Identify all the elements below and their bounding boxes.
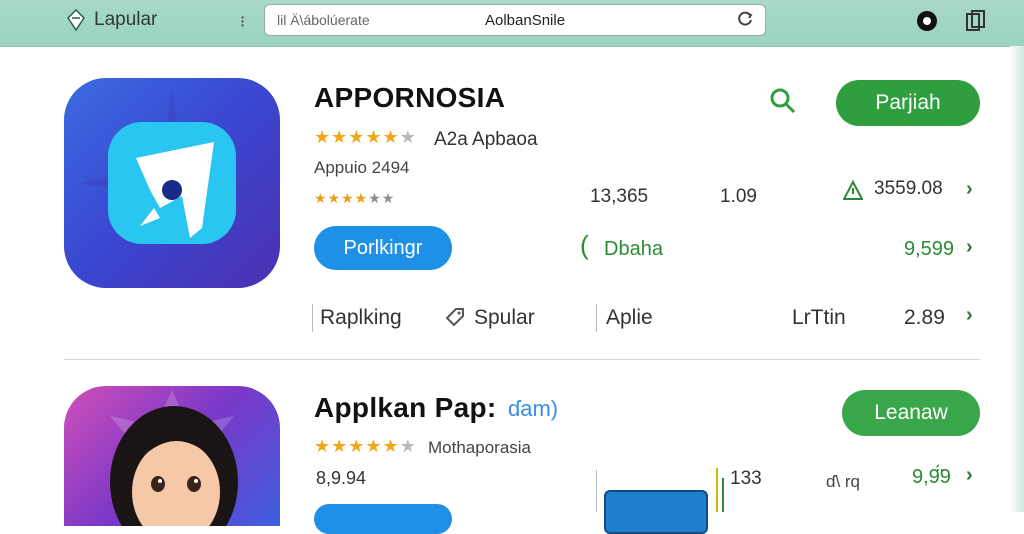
app1-price: 9,599 bbox=[904, 238, 955, 260]
share-icon[interactable] bbox=[962, 8, 988, 34]
app1-row-d: LrTtin bbox=[792, 306, 846, 329]
app1-stat-a: 13,365 bbox=[590, 186, 649, 207]
app2-rating-text: Mothaporasia bbox=[428, 438, 532, 457]
account-icon[interactable] bbox=[914, 8, 940, 34]
section-divider bbox=[64, 359, 980, 360]
scroll-edge bbox=[1010, 46, 1024, 512]
chart-bar bbox=[722, 478, 724, 512]
avatar-icon bbox=[110, 390, 238, 526]
app1-rating-text: A2a Apbaoa bbox=[434, 129, 538, 150]
app2-price: 9,9̈́9 bbox=[912, 466, 951, 488]
app1-subtitle: Appuio 2494 bbox=[314, 158, 410, 177]
app2-title[interactable]: Applkan Pap: bbox=[314, 392, 497, 424]
address-text: AolbanSnile bbox=[485, 12, 566, 29]
chevron-right-icon[interactable]: › bbox=[966, 304, 973, 327]
app1-row-b[interactable]: Spular bbox=[474, 306, 535, 330]
app1-title[interactable]: APPORNOSIA bbox=[314, 82, 505, 114]
paren-icon: ( bbox=[580, 230, 589, 260]
app1-stat-b: 1.09 bbox=[720, 186, 757, 207]
app1-row-e: 2.89 bbox=[904, 306, 945, 329]
app1-label-d: Dbaha bbox=[604, 238, 663, 260]
search-icon[interactable] bbox=[768, 86, 798, 116]
app1-stat-c: 3559.08 bbox=[874, 178, 943, 199]
app1-stars-small: ★★★★★★ bbox=[314, 190, 396, 206]
app1-ranking-button[interactable]: Porlkingr bbox=[314, 226, 452, 270]
chevron-right-icon[interactable]: › bbox=[966, 178, 973, 201]
app2-title-tag: ɗam) bbox=[508, 396, 559, 421]
app1-row-a[interactable]: Raplking bbox=[320, 306, 402, 330]
tab-title: Lapular bbox=[94, 9, 158, 30]
app2-icon[interactable] bbox=[64, 386, 280, 526]
app-store-logo-icon bbox=[67, 8, 85, 32]
browser-toolbar: Lapular ⁝ lil Ä\ábolúerate AolbanSnile bbox=[0, 0, 1024, 47]
app1-install-button[interactable]: Parjiah bbox=[836, 80, 980, 126]
reload-icon[interactable] bbox=[735, 9, 755, 29]
app2-stat-a: 8,9.94 bbox=[316, 468, 367, 488]
app1-icon[interactable] bbox=[64, 78, 280, 288]
preview-thumbnail[interactable] bbox=[604, 490, 708, 534]
divider bbox=[596, 470, 597, 512]
address-bar[interactable]: lil Ä\ábolúerate AolbanSnile bbox=[264, 4, 766, 36]
divider bbox=[312, 304, 313, 332]
app1-rating-stars: ★★★★★★ bbox=[314, 127, 417, 147]
more-icon[interactable]: ⁝ bbox=[240, 12, 245, 32]
app1-row-c[interactable]: Aplie bbox=[606, 306, 653, 330]
app2-stat-c: ɗ\ rq bbox=[826, 472, 861, 491]
brand[interactable]: Lapular bbox=[64, 8, 157, 32]
address-prefix: lil Ä\ábolúerate bbox=[277, 12, 370, 28]
app2-secondary-button[interactable] bbox=[314, 504, 452, 534]
app2-stat-b: 133 bbox=[730, 468, 762, 489]
app2-install-button[interactable]: Leanaw bbox=[842, 390, 980, 436]
divider bbox=[596, 304, 597, 332]
app2-rating-stars: ★★★★★★ bbox=[314, 436, 417, 456]
chart-bar bbox=[716, 468, 718, 512]
warning-icon bbox=[843, 180, 863, 200]
compass-plane-icon bbox=[80, 88, 264, 278]
chevron-right-icon[interactable]: › bbox=[966, 236, 973, 259]
chevron-right-icon[interactable]: › bbox=[966, 464, 973, 487]
tag-icon bbox=[445, 308, 464, 327]
